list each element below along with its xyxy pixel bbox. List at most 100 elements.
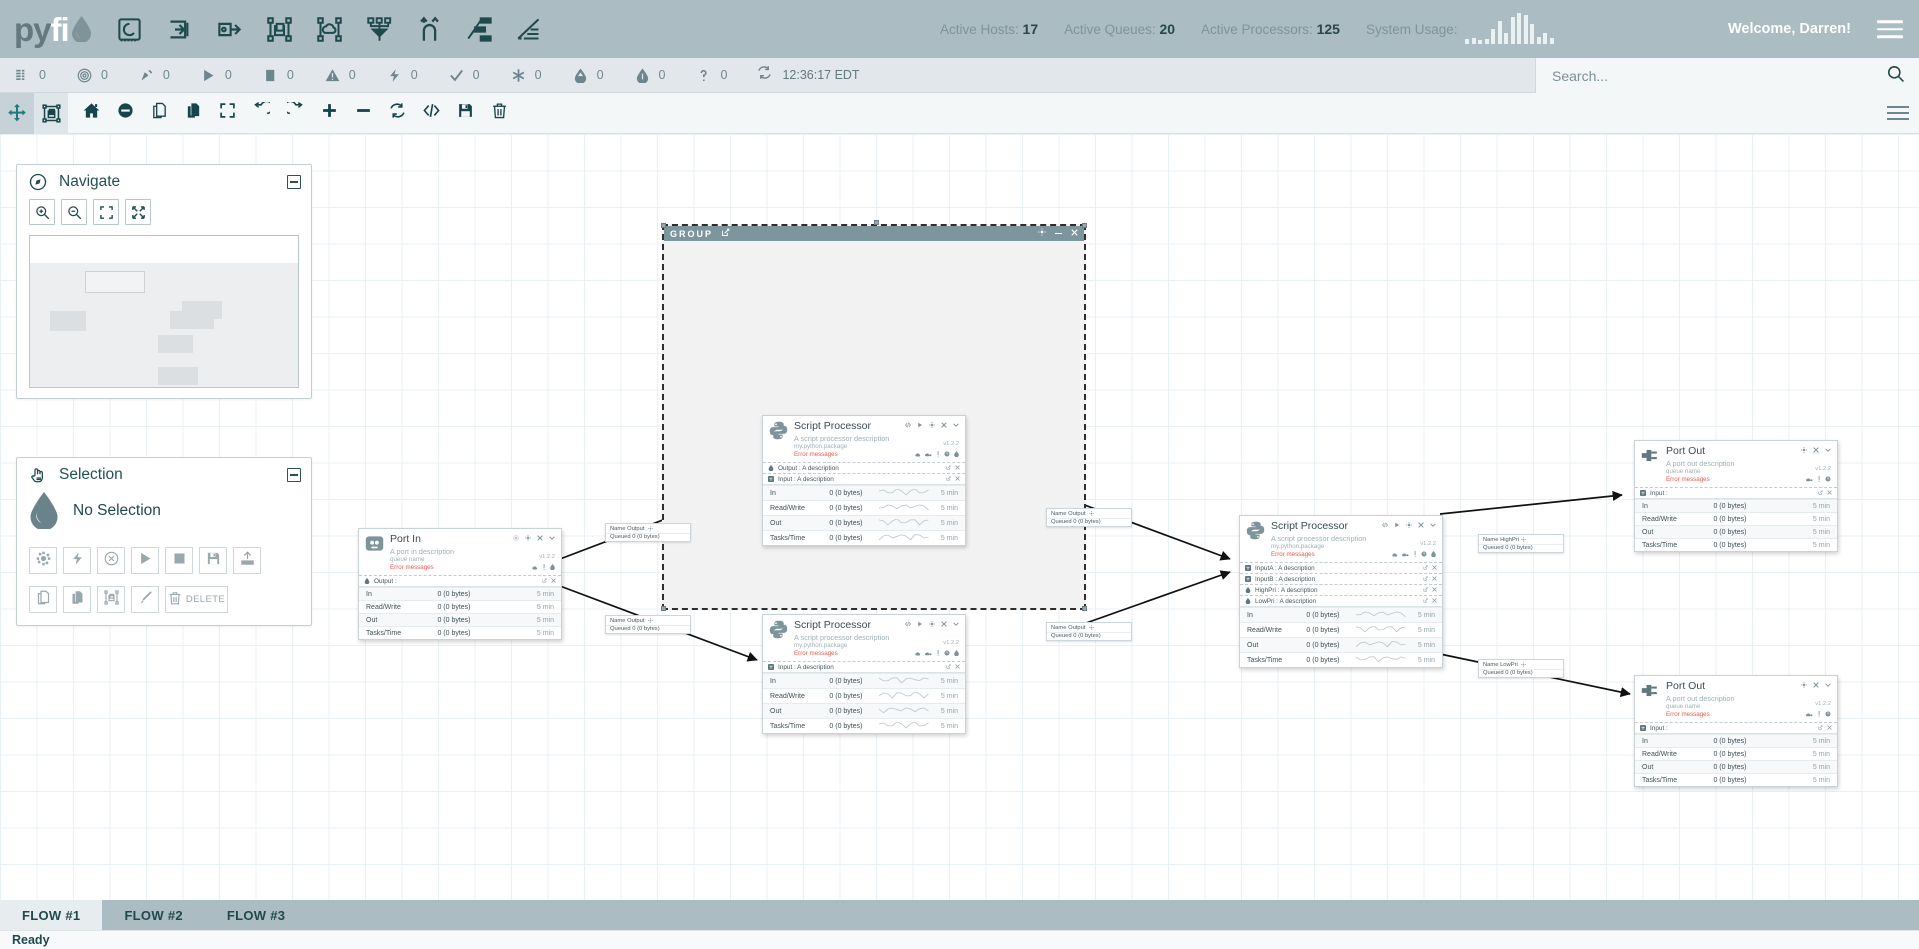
code-brackets-icon[interactable] xyxy=(905,620,911,629)
delete-button[interactable]: DELETE xyxy=(165,586,228,613)
close-icon[interactable] xyxy=(941,421,947,430)
color-button[interactable] xyxy=(131,586,159,613)
resize-handle-se[interactable] xyxy=(1082,606,1087,611)
play-icon[interactable] xyxy=(1394,521,1400,530)
undo-button[interactable] xyxy=(244,93,278,134)
edit-icon[interactable] xyxy=(1423,587,1428,594)
toolbar-overflow-icon[interactable] xyxy=(1887,102,1909,124)
port-row-in[interactable]: Input : A description xyxy=(763,473,965,484)
clock-icon[interactable] xyxy=(1825,710,1831,719)
minimize-icon[interactable] xyxy=(1055,232,1062,235)
cloud-group-icon[interactable] xyxy=(313,12,347,46)
close-icon[interactable] xyxy=(1813,446,1819,455)
resize-handle-n[interactable] xyxy=(874,220,879,225)
cloud-sync-icon[interactable] xyxy=(924,649,932,658)
upload-button[interactable] xyxy=(233,547,261,574)
gear-icon[interactable] xyxy=(648,525,686,533)
status-bolt[interactable]: 0 xyxy=(386,66,418,84)
clock-item[interactable]: 12:36:17 EDT xyxy=(757,65,860,85)
gear-icon[interactable] xyxy=(1038,228,1046,239)
gear-icon[interactable] xyxy=(1089,624,1127,632)
alert-icon[interactable] xyxy=(1413,550,1417,559)
close-icon[interactable] xyxy=(1071,228,1078,239)
chevron-down-icon[interactable] xyxy=(549,534,555,543)
resize-handle-ne[interactable] xyxy=(1082,223,1087,228)
node-port-in[interactable]: Port In A port in description queue name Er… xyxy=(358,528,562,641)
save-button[interactable] xyxy=(199,547,227,574)
node-port-out-bottom[interactable]: Port Out A port out description queue name… xyxy=(1634,675,1838,788)
close-icon[interactable] xyxy=(1432,576,1437,583)
clock-icon[interactable] xyxy=(944,450,950,459)
configure-button[interactable] xyxy=(29,547,57,574)
queue-label[interactable]: Name LowPri Queued 0 (0 bytes) xyxy=(1478,659,1564,678)
port-row-in[interactable]: Input : xyxy=(1635,722,1837,733)
status-play[interactable]: 0 xyxy=(200,66,232,84)
refresh-icon[interactable] xyxy=(757,65,772,85)
status-warning[interactable]: 0 xyxy=(324,66,356,84)
alert-icon[interactable] xyxy=(1817,710,1821,719)
group-header[interactable]: GROUP xyxy=(664,226,1084,241)
stop-button[interactable] xyxy=(165,547,193,574)
node-script-proc-top[interactable]: Script Processor A script processor descr… xyxy=(762,415,966,547)
gear-icon[interactable] xyxy=(1089,510,1127,518)
edit-icon[interactable] xyxy=(542,578,547,585)
close-icon[interactable] xyxy=(1418,521,1424,530)
edit-icon[interactable] xyxy=(1818,490,1823,497)
close-icon[interactable] xyxy=(551,578,556,585)
expand-view-button[interactable] xyxy=(125,199,151,225)
close-icon[interactable] xyxy=(1432,587,1437,594)
zoom-in-button[interactable] xyxy=(29,199,55,225)
flow-canvas[interactable]: Navigate Selection No Selection DELETE G… xyxy=(0,134,1919,900)
status-asterisk[interactable]: 0 xyxy=(510,66,542,84)
edit-icon[interactable] xyxy=(946,476,951,483)
redo-button[interactable] xyxy=(278,93,312,134)
paste-button[interactable] xyxy=(176,93,210,134)
code-button[interactable] xyxy=(414,93,448,134)
chevron-down-icon[interactable] xyxy=(1825,681,1831,690)
node-header[interactable]: Port Out A port out description queue name… xyxy=(1635,676,1837,722)
node-header[interactable]: Script Processor A script processor descr… xyxy=(763,416,965,462)
copy-button[interactable] xyxy=(29,586,57,613)
node-script-proc-bottom[interactable]: Script Processor A script processor descr… xyxy=(762,614,966,735)
zoom-out-button[interactable] xyxy=(61,199,87,225)
chevron-down-icon[interactable] xyxy=(953,620,959,629)
code-brackets-icon[interactable] xyxy=(905,421,911,430)
port-row-in[interactable]: Input : xyxy=(1635,487,1837,498)
status-info-drop[interactable]: 0 xyxy=(634,66,665,84)
report-lines-icon[interactable] xyxy=(513,12,547,46)
minimap[interactable] xyxy=(29,235,299,388)
alert-icon[interactable] xyxy=(1817,475,1821,484)
disable-button[interactable] xyxy=(108,93,142,134)
status-list[interactable]: 0 xyxy=(14,66,46,84)
gear-icon[interactable] xyxy=(929,421,935,430)
queue-label[interactable]: Name Output Queued 0 (0 bytes) xyxy=(605,523,691,542)
port-row-in[interactable]: InputA : A description xyxy=(1240,562,1442,573)
status-question[interactable]: 0 xyxy=(695,66,727,84)
save-button[interactable] xyxy=(448,93,482,134)
close-icon[interactable] xyxy=(1813,681,1819,690)
flow-tab[interactable]: FLOW #1 xyxy=(0,900,103,930)
cloud-sync-icon[interactable] xyxy=(924,450,932,459)
close-icon[interactable] xyxy=(955,664,960,671)
port-row-out[interactable]: HighPri : A description xyxy=(1240,584,1442,595)
search-icon[interactable] xyxy=(1886,64,1905,88)
chevron-down-icon[interactable] xyxy=(1825,446,1831,455)
edit-icon[interactable] xyxy=(1423,598,1428,605)
close-icon[interactable] xyxy=(1827,725,1832,732)
node-header[interactable]: Port In A port in description queue name Er… xyxy=(359,529,561,575)
collapse-icon[interactable] xyxy=(287,175,301,189)
refresh-circuit-icon[interactable] xyxy=(113,12,147,46)
node-header[interactable]: Port Out A port out description queue name… xyxy=(1635,441,1837,487)
close-icon[interactable] xyxy=(537,534,543,543)
clock-icon[interactable] xyxy=(1825,475,1831,484)
group-copy-icon[interactable] xyxy=(263,12,297,46)
edit-icon[interactable] xyxy=(946,664,951,671)
fit-view-button[interactable] xyxy=(93,199,119,225)
drop-icon[interactable] xyxy=(954,450,959,459)
node-script-proc-right[interactable]: Script Processor A script processor descr… xyxy=(1239,515,1443,669)
select-tool-button[interactable] xyxy=(34,92,68,134)
queue-label[interactable]: Name Output Queued 0 (0 bytes) xyxy=(1046,622,1132,641)
gear-icon[interactable] xyxy=(929,620,935,629)
close-icon[interactable] xyxy=(955,476,960,483)
search-bar[interactable] xyxy=(1535,58,1919,93)
